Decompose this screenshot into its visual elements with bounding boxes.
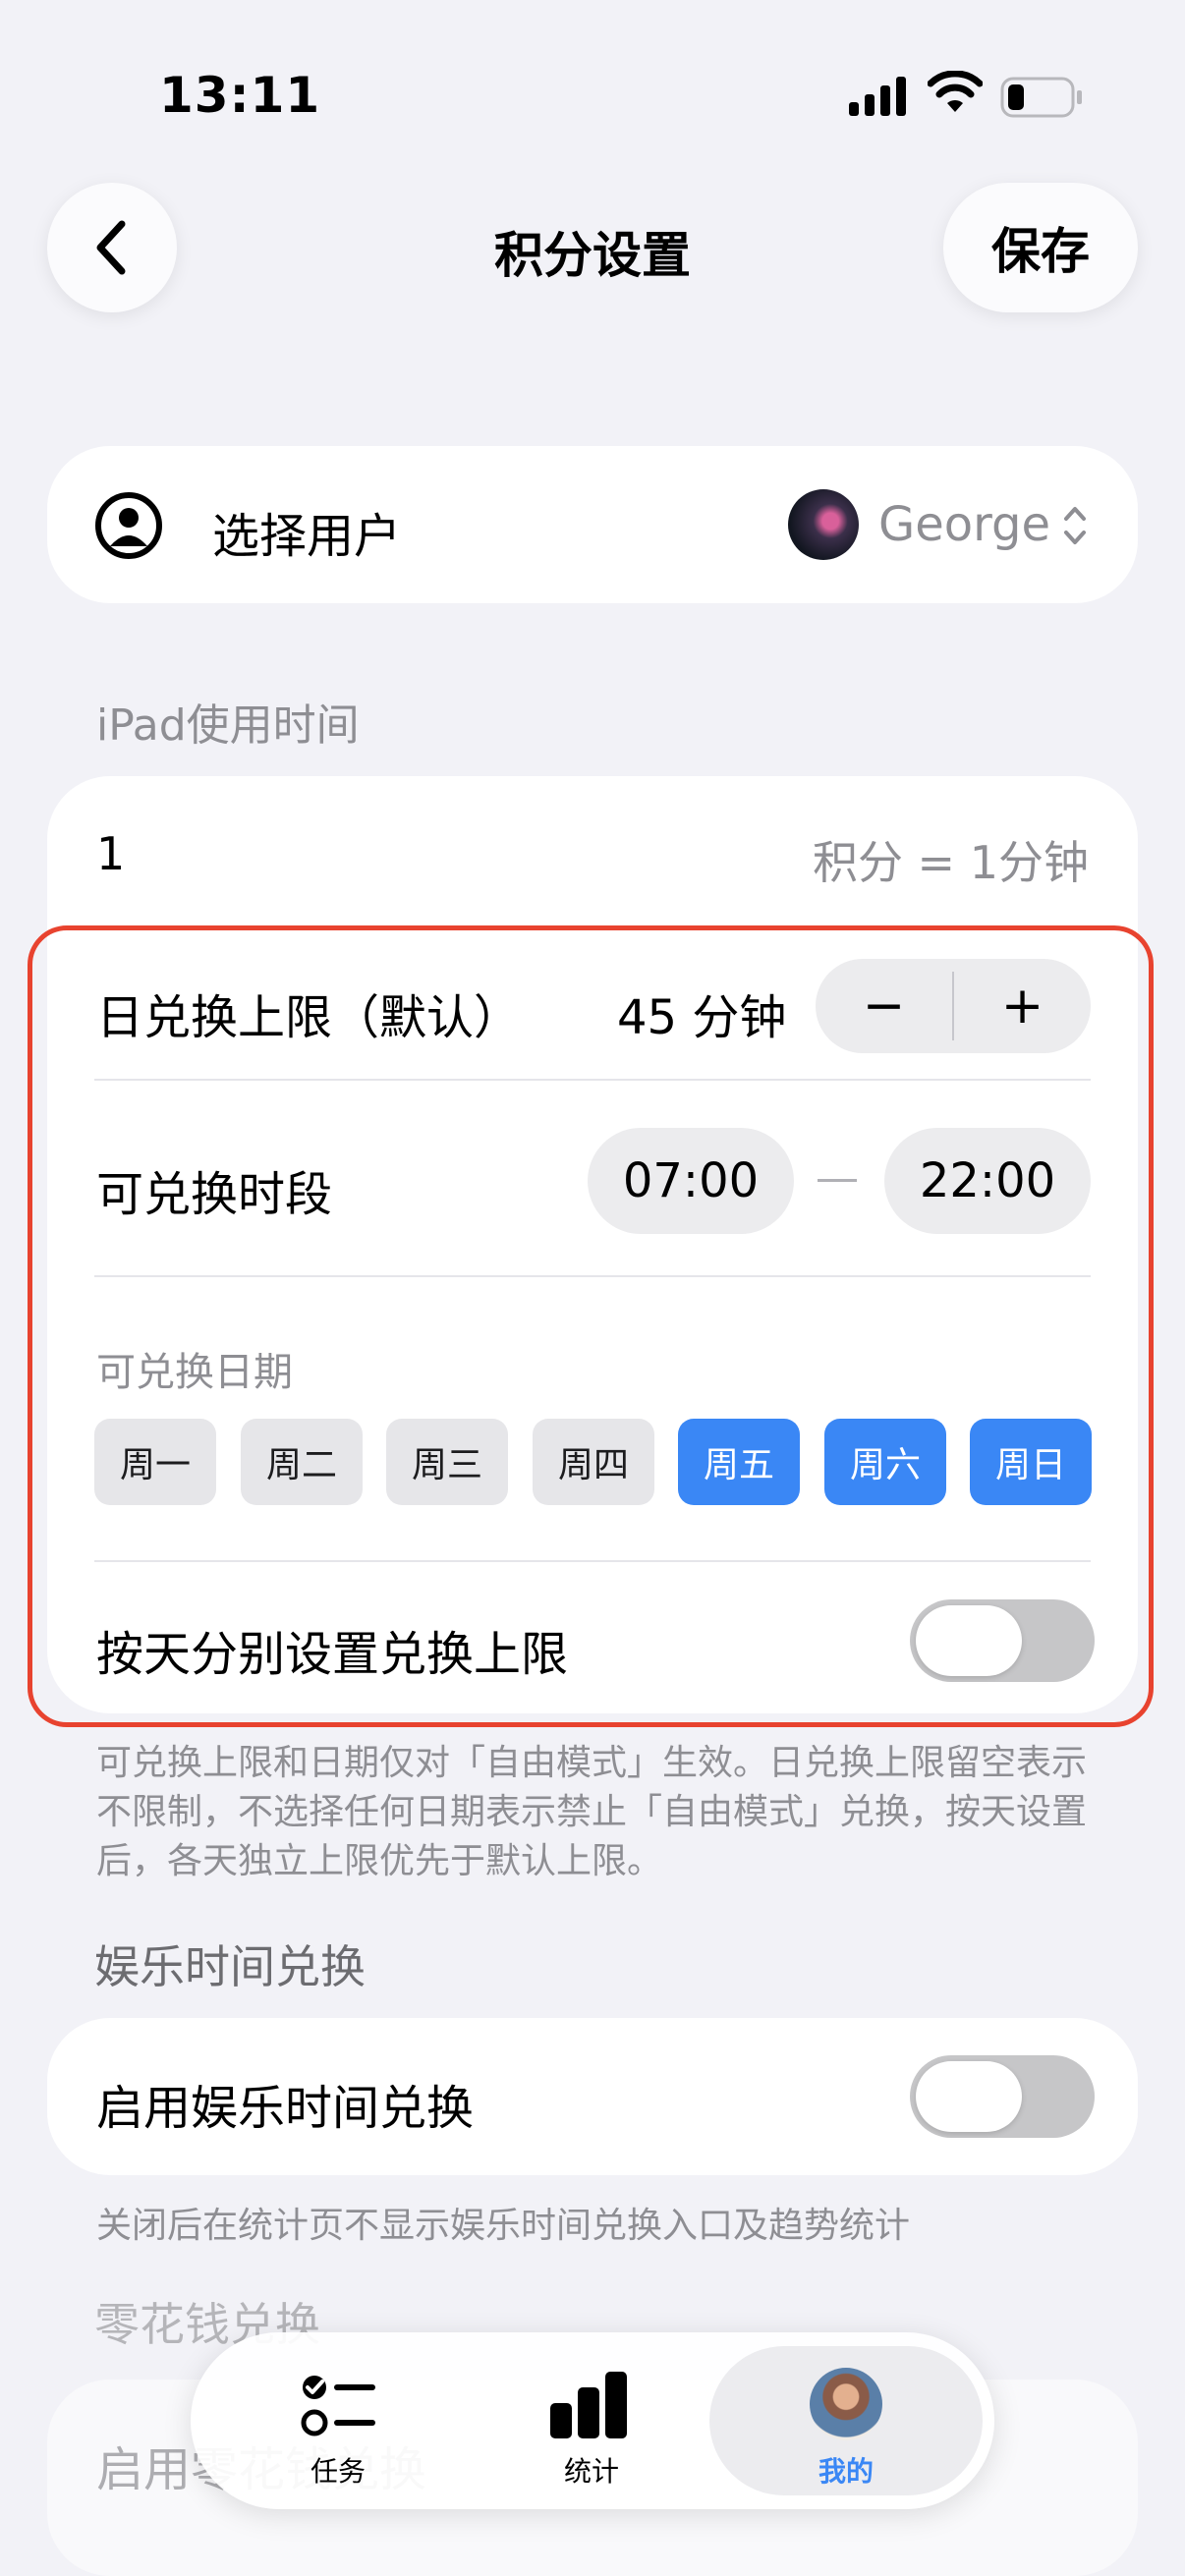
checklist-icon[interactable] — [293, 2370, 381, 2440]
chevron-up-down-icon — [1064, 507, 1086, 544]
period-dash — [818, 1179, 857, 1182]
save-button[interactable]: 保存 — [943, 183, 1138, 312]
daily-limit-stepper: − + — [816, 959, 1091, 1053]
day-chip[interactable]: 周六 — [824, 1419, 946, 1505]
day-chip[interactable]: 周一 — [94, 1419, 216, 1505]
increment-button[interactable]: + — [954, 959, 1091, 1053]
daily-limit-label: 日兑换上限（默认） — [96, 990, 522, 1045]
entertainment-section-title: 娱乐时间兑换 — [94, 1940, 366, 1993]
tab-mine[interactable]: 我的 — [767, 2450, 925, 2490]
status-time: 13:11 — [159, 67, 321, 124]
exchange-dates-label: 可兑换日期 — [96, 1350, 293, 1395]
entertainment-note: 关闭后在统计页不显示娱乐时间兑换入口及趋势统计 — [96, 2206, 911, 2246]
divider — [94, 1560, 1091, 1562]
period-end-picker[interactable]: 22:00 — [884, 1128, 1091, 1234]
selected-user-value[interactable]: George — [878, 497, 1050, 552]
ipad-section-title: iPad使用时间 — [96, 700, 360, 751]
entertainment-toggle[interactable] — [910, 2055, 1095, 2138]
day-chip[interactable]: 周四 — [533, 1419, 654, 1505]
per-day-limit-label: 按天分别设置兑换上限 — [96, 1627, 569, 1682]
avatar — [788, 489, 859, 560]
divider — [94, 1275, 1091, 1277]
wifi-icon — [928, 71, 983, 112]
tab-stats[interactable]: 统计 — [513, 2450, 670, 2490]
select-user-label: 选择用户 — [212, 509, 402, 564]
toggle-knob — [916, 1605, 1022, 1676]
points-rate-input[interactable]: 1 — [96, 827, 125, 880]
toggle-knob — [916, 2061, 1022, 2132]
day-chip[interactable]: 周五 — [678, 1419, 800, 1505]
divider — [94, 1079, 1091, 1081]
decrement-button[interactable]: − — [816, 959, 952, 1053]
points-rate-unit: 积分 = 1分钟 — [812, 836, 1089, 889]
period-start-picker[interactable]: 07:00 — [588, 1128, 794, 1234]
cellular-signal-icon — [849, 77, 906, 116]
daily-limit-value: 45 分钟 — [617, 990, 787, 1045]
profile-avatar-icon[interactable] — [810, 2368, 882, 2440]
bar-chart-icon[interactable] — [548, 2370, 637, 2440]
entertainment-toggle-label: 启用娱乐时间兑换 — [96, 2081, 475, 2136]
exchange-period-label: 可兑换时段 — [96, 1167, 333, 1222]
per-day-limit-toggle[interactable] — [910, 1599, 1095, 1682]
tab-tasks[interactable]: 任务 — [259, 2450, 417, 2490]
day-chip[interactable]: 周日 — [970, 1419, 1092, 1505]
person-circle-icon — [95, 492, 162, 559]
ipad-footnote: 可兑换上限和日期仅对「自由模式」生效。日兑换上限留空表示不限制，不选择任何日期表… — [96, 1743, 1088, 1881]
day-chip[interactable]: 周二 — [241, 1419, 363, 1505]
day-chip[interactable]: 周三 — [386, 1419, 508, 1505]
battery-icon — [1000, 77, 1082, 118]
